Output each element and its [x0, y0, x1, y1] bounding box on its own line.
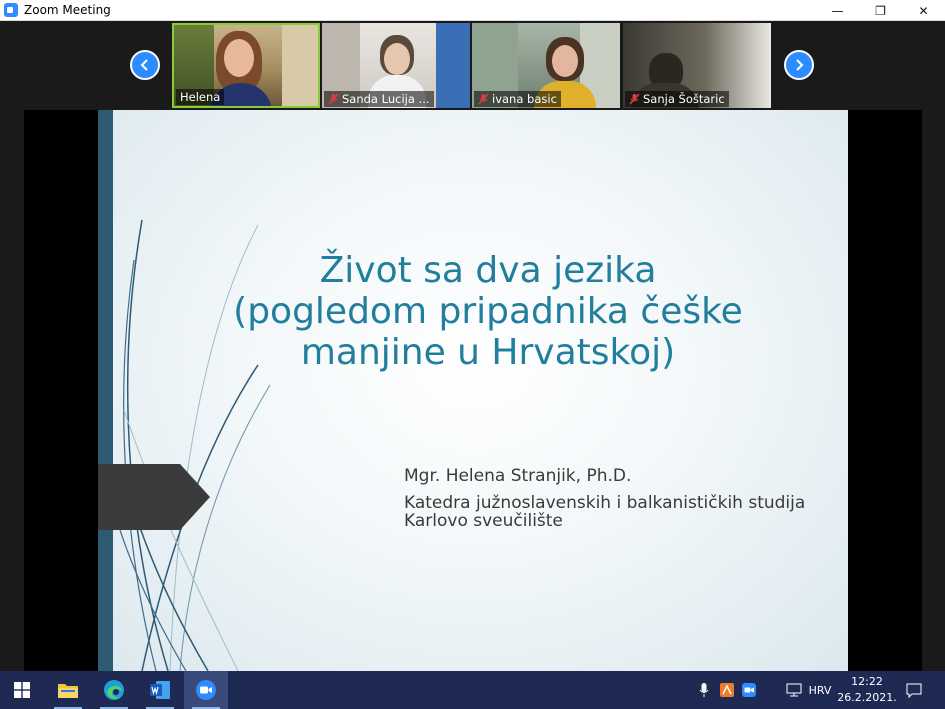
participant-face — [552, 45, 578, 77]
participant-face — [224, 39, 254, 77]
word-button[interactable] — [138, 671, 182, 709]
slide-pentagon-shape — [98, 464, 210, 530]
title-bar: Zoom Meeting — ❐ ✕ — [0, 0, 945, 21]
chevron-left-icon — [140, 59, 148, 71]
zoom-tray-icon — [742, 683, 756, 697]
edge-browser-button[interactable] — [92, 671, 136, 709]
muted-mic-icon — [478, 93, 489, 105]
video-tile-sanja[interactable]: Sanja Šoštaric — [623, 23, 771, 108]
muted-mic-icon — [629, 93, 640, 105]
tray-app-icon — [720, 683, 734, 697]
taskbar-clock[interactable]: 12:22 26.2.2021. — [836, 674, 898, 706]
notification-icon — [906, 683, 922, 698]
minimize-button[interactable]: — — [816, 0, 859, 21]
participant-face — [384, 43, 410, 75]
meeting-area: Helena Sanda Lucija ... ivana basic Sanj… — [0, 21, 945, 671]
folder-icon — [58, 684, 78, 698]
edge-icon — [104, 680, 124, 700]
next-page-button[interactable] — [784, 50, 814, 80]
word-icon — [150, 681, 170, 699]
presentation-slide: Život sa dva jezika (pogledom pripadnika… — [98, 110, 848, 671]
windows-taskbar: HRV 12:22 26.2.2021. — [0, 671, 945, 709]
previous-page-button[interactable] — [130, 50, 160, 80]
chevron-right-icon — [796, 59, 804, 71]
participant-name: ivana basic — [474, 91, 561, 107]
network-icon — [786, 683, 802, 697]
restore-button[interactable]: ❐ — [859, 0, 902, 21]
gallery-strip: Helena Sanda Lucija ... ivana basic Sanj… — [0, 21, 945, 110]
zoom-app-icon — [4, 3, 18, 17]
slide-title: Život sa dva jezika (pogledom pripadnika… — [233, 250, 743, 373]
tray-app-button[interactable] — [718, 671, 736, 709]
video-background — [282, 25, 318, 106]
window-title: Zoom Meeting — [24, 3, 111, 17]
muted-mic-icon — [328, 93, 339, 105]
participant-name: Helena — [176, 89, 225, 105]
slide-decorative-lines — [119, 219, 271, 671]
tray-network-button[interactable] — [784, 671, 804, 709]
zoom-icon — [196, 680, 216, 700]
video-tile-helena[interactable]: Helena — [172, 23, 320, 108]
participant-name: Sanja Šoštaric — [625, 91, 729, 107]
windows-logo-icon — [14, 682, 30, 698]
close-button[interactable]: ✕ — [902, 0, 945, 21]
start-button[interactable] — [0, 671, 44, 709]
video-tile-ivana[interactable]: ivana basic — [472, 23, 620, 108]
slide-affiliation: Katedra južnoslavenskih i balkanističkih… — [404, 493, 806, 531]
window-controls: — ❐ ✕ — [816, 0, 945, 21]
video-tile-sanda[interactable]: Sanda Lucija ... — [322, 23, 470, 108]
slide-author: Mgr. Helena Stranjik, Ph.D. — [404, 466, 632, 486]
language-indicator[interactable]: HRV — [806, 671, 834, 709]
microphone-icon — [699, 683, 709, 697]
video-background — [436, 23, 470, 108]
tray-mic-button[interactable] — [696, 671, 712, 709]
action-center-button[interactable] — [902, 671, 926, 709]
participant-name: Sanda Lucija ... — [324, 91, 434, 107]
tray-zoom-button[interactable] — [740, 671, 758, 709]
shared-screen[interactable]: Život sa dva jezika (pogledom pripadnika… — [24, 110, 922, 671]
file-explorer-button[interactable] — [46, 671, 90, 709]
zoom-taskbar-button[interactable] — [184, 671, 228, 709]
